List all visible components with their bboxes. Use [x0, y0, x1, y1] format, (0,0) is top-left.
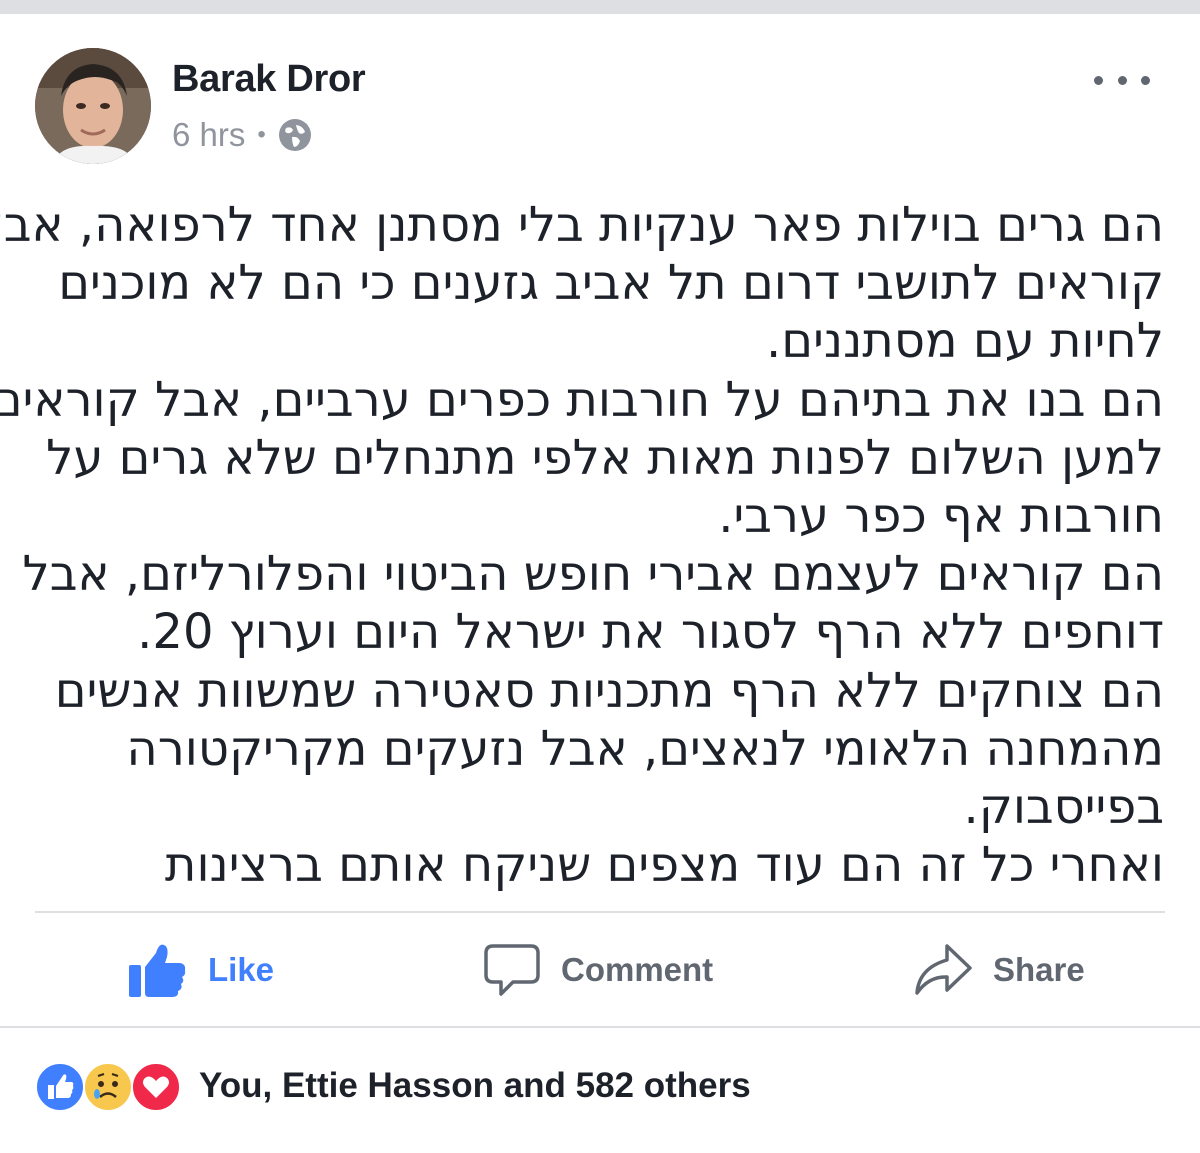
more-dot	[1094, 75, 1103, 85]
post-line: למען השלום לפנות מאות אלפי מתנחלים שלא ג…	[46, 429, 1164, 486]
divider	[0, 1026, 1200, 1028]
comment-icon	[484, 944, 540, 996]
post-line: חורבות אף כפר ערבי.	[718, 487, 1164, 544]
top-border	[0, 0, 1200, 14]
like-reaction-icon	[35, 1062, 85, 1112]
comment-button[interactable]: Comment	[483, 930, 713, 1010]
share-arrow-icon	[915, 944, 972, 995]
heart-icon	[143, 1076, 169, 1098]
divider	[35, 911, 1165, 913]
post-text: הם גרים בוילות פאר ענקיות בלי מסתנן אחד …	[0, 196, 1165, 894]
comment-label: Comment	[561, 951, 714, 988]
author-name[interactable]: Barak Dror	[172, 58, 366, 101]
post-line: לחיות עם מסתננים.	[766, 313, 1164, 370]
post-line: בפייסבוק.	[963, 778, 1164, 835]
more-options-icon[interactable]	[1094, 66, 1150, 94]
post-line: מהמחנה הלאומי לנאצים, אבל נזעקים מקריקטו…	[126, 720, 1164, 777]
post-time[interactable]: 6 hrs	[172, 116, 245, 154]
avatar-photo	[35, 48, 151, 164]
meta-separator: •	[257, 121, 266, 148]
share-button[interactable]: Share	[913, 930, 1085, 1010]
post-line: קוראים לתושבי דרום תל אביב גזענים כי הם …	[58, 255, 1164, 312]
post-line: הם צוחקים ללא הרף מתכניות סאטירה שמשוות …	[54, 662, 1164, 719]
sad-face-icon	[94, 1073, 119, 1099]
post-meta: 6 hrs •	[172, 116, 312, 154]
post-line: הם בנו את בתיהם על חורבות כפרים ערביים, …	[0, 371, 1164, 428]
thumbs-up-icon	[129, 944, 186, 997]
reaction-icons[interactable]	[35, 1062, 185, 1112]
reaction-summary[interactable]: You, Ettie Hasson and 582 others	[199, 1066, 751, 1106]
post-line: הם קוראים לעצמם אבירי חופש הביטוי והפלור…	[22, 546, 1165, 603]
post-line: הם גרים בוילות פאר ענקיות בלי מסתנן אחד …	[0, 197, 1164, 253]
like-button[interactable]: Like	[126, 930, 274, 1010]
avatar[interactable]	[35, 48, 151, 164]
love-reaction-icon	[131, 1062, 181, 1112]
post-line: ואחרי כל זה הם עוד מצפים שניקח אותם ברצי…	[164, 837, 1164, 894]
sad-reaction-icon	[83, 1062, 133, 1112]
more-dot	[1117, 75, 1127, 85]
more-dot	[1141, 75, 1150, 85]
share-label: Share	[993, 951, 1085, 988]
globe-icon	[278, 119, 311, 151]
like-label: Like	[208, 951, 275, 988]
thumbs-up-icon	[48, 1074, 74, 1099]
post-line: דוחפים ללא הרף לסגור את ישראל היום וערוץ…	[137, 604, 1164, 661]
